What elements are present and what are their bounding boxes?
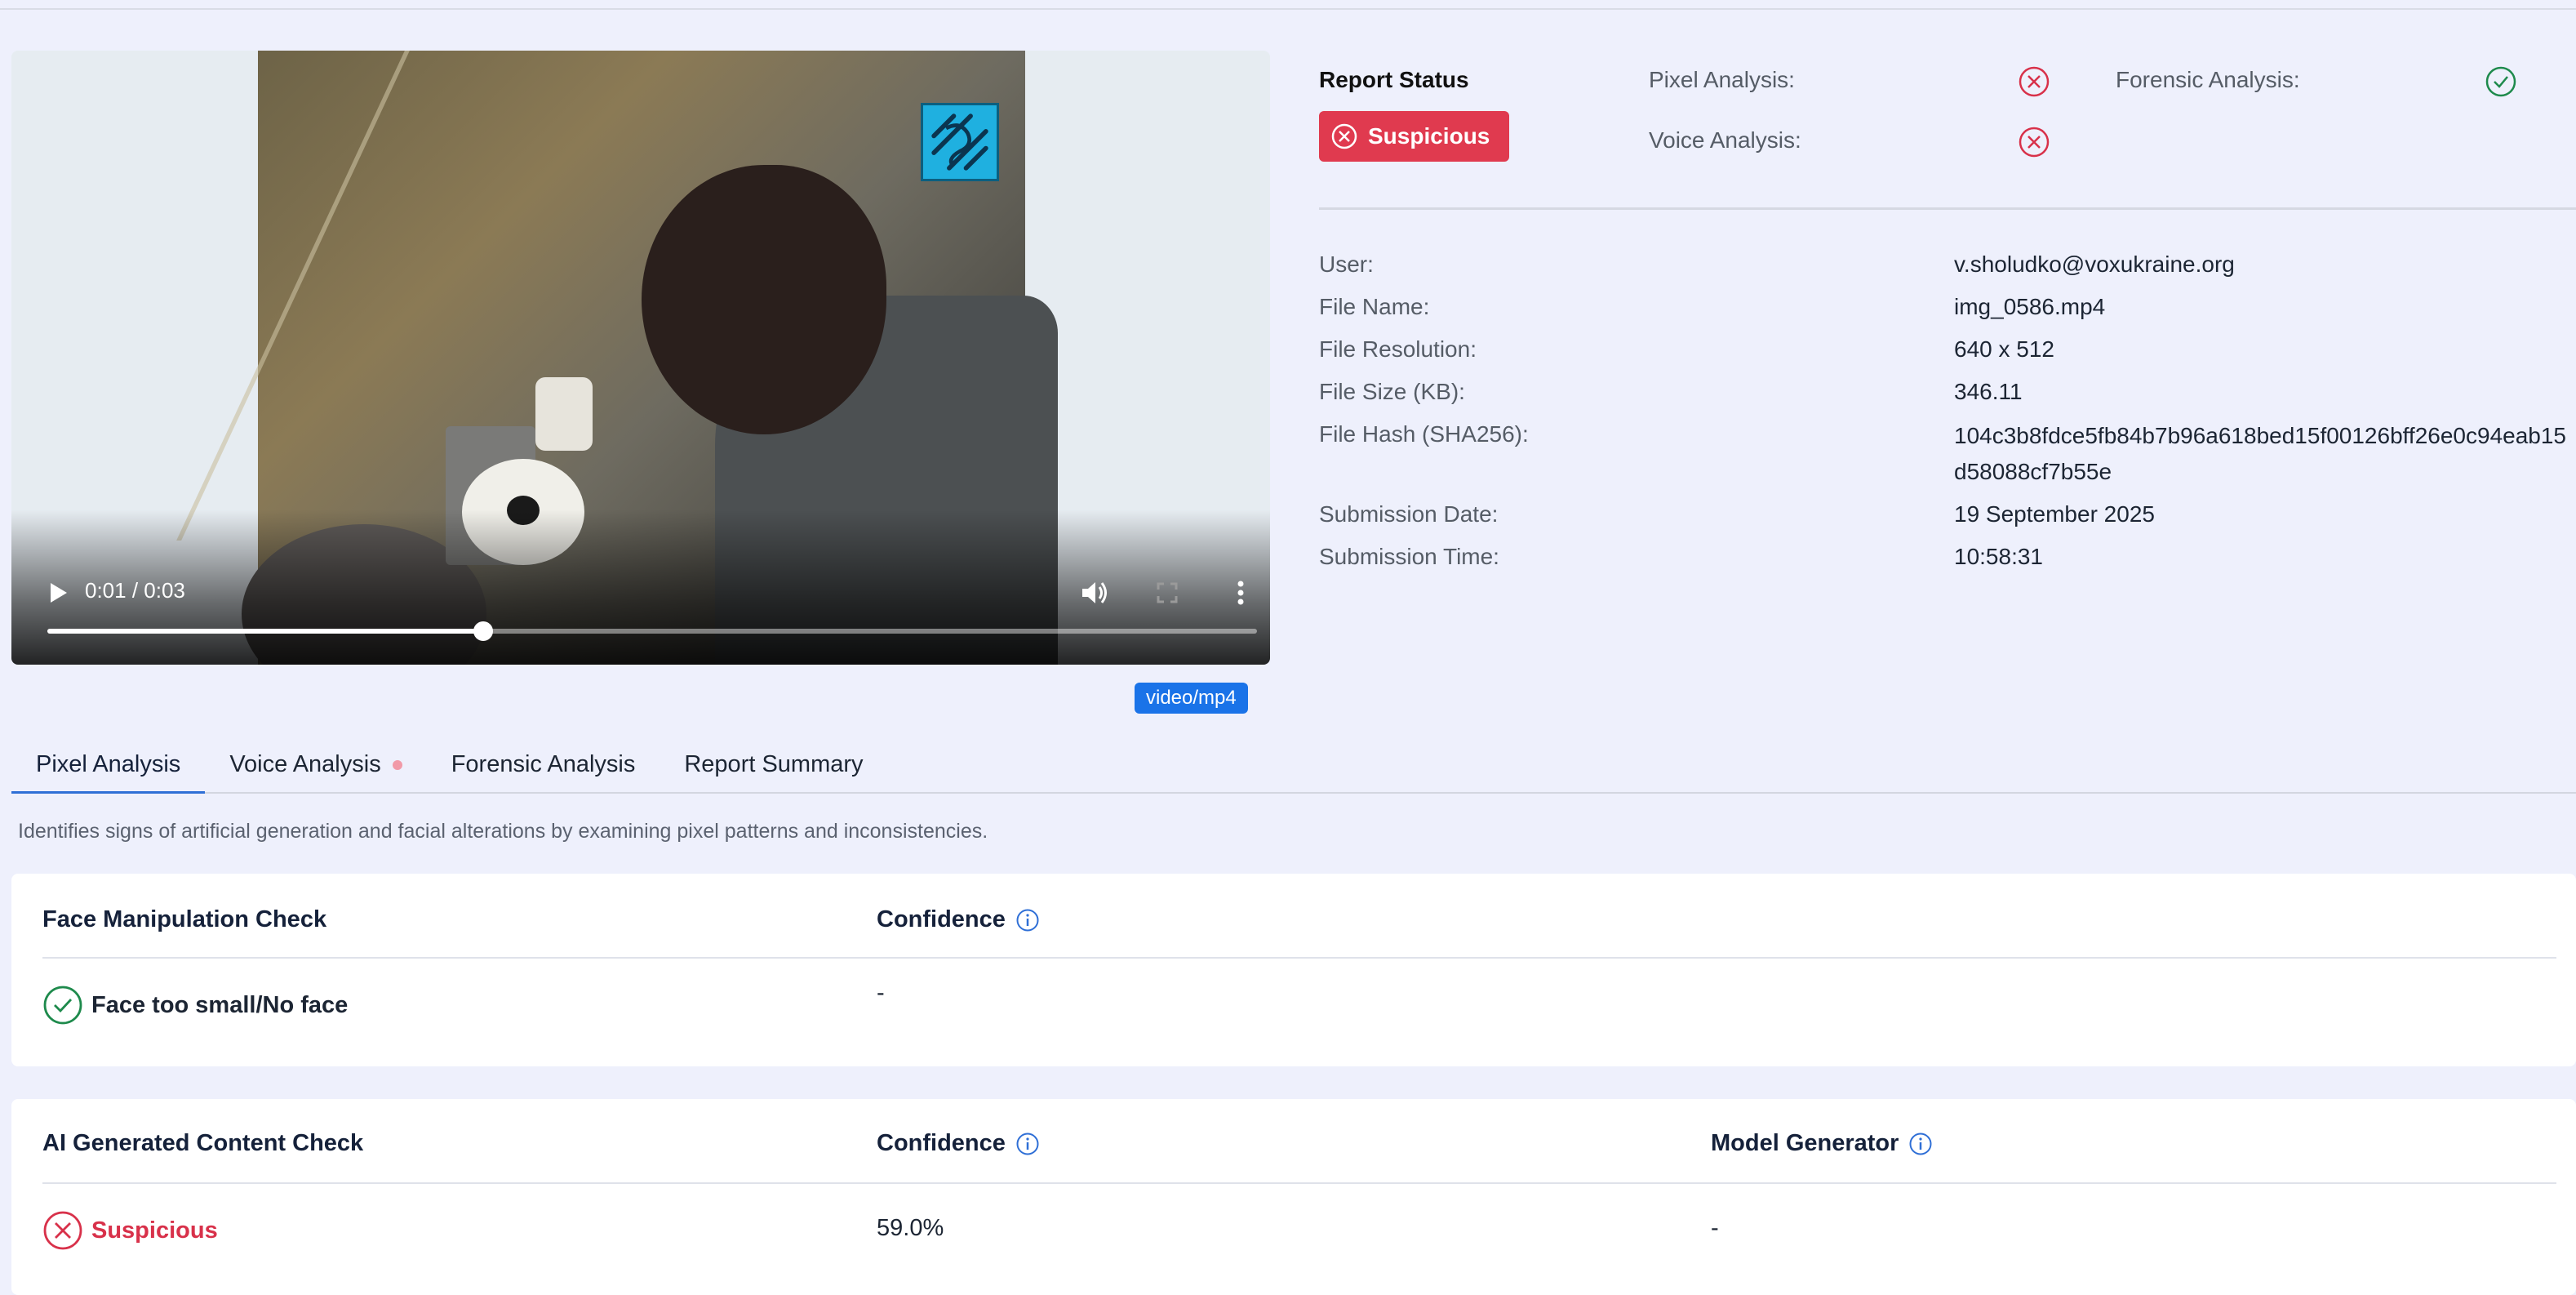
model-generator-value: - [1711, 1215, 1719, 1241]
info-icon[interactable] [1015, 1132, 1040, 1156]
fullscreen-button[interactable] [1151, 576, 1184, 609]
info-icon[interactable] [1015, 908, 1040, 932]
face-check-title: Face Manipulation Check [42, 906, 327, 932]
ai-confidence-header: Confidence [877, 1130, 1040, 1157]
voice-analysis-label: Voice Analysis: [1649, 127, 1801, 153]
fullscreen-icon [1157, 582, 1178, 603]
meta-label-file-name: File Name: [1319, 294, 1430, 319]
time-display: 0:01 / 0:03 [85, 578, 185, 603]
seek-bar[interactable] [47, 621, 1257, 641]
meta-label-submission-time: Submission Time: [1319, 544, 1499, 569]
card-divider [42, 1182, 2556, 1184]
face-confidence-value: - [877, 980, 885, 1006]
face-confidence-header: Confidence [877, 906, 1040, 933]
meta-value-file-size: 346.11 [1954, 379, 2023, 404]
meta-value-file-hash: 104c3b8fdce5fb84b7b96a618bed15f00126bff2… [1954, 423, 2566, 484]
check-circle-icon [43, 986, 82, 1025]
more-vertical-icon [1237, 581, 1244, 605]
tab-report-summary[interactable]: Report Summary [660, 741, 887, 794]
info-icon[interactable] [1908, 1132, 1933, 1156]
ai-confidence-value: 59.0% [877, 1215, 944, 1241]
meta-value-submission-date: 19 September 2025 [1954, 501, 2155, 527]
x-circle-icon [2019, 127, 2050, 158]
tab-description: Identifies signs of artificial generatio… [18, 820, 988, 843]
x-circle-icon [43, 1211, 82, 1250]
ai-generated-card: AI Generated Content Check Confidence Mo… [11, 1099, 2576, 1295]
volume-button[interactable] [1077, 576, 1110, 609]
meta-label-file-hash: File Hash (SHA256): [1319, 421, 1529, 447]
status-badge: Suspicious [1319, 111, 1510, 162]
more-options-button[interactable] [1224, 576, 1257, 609]
check-circle-icon [2485, 66, 2516, 97]
face-check-result: Face too small/No face [42, 985, 348, 1026]
top-divider [0, 8, 2576, 10]
status-divider [1319, 207, 2576, 210]
forensic-analysis-label: Forensic Analysis: [2116, 67, 2300, 92]
tab-pixel-analysis[interactable]: Pixel Analysis [11, 741, 206, 794]
play-icon [51, 583, 67, 603]
volume-icon [1082, 582, 1107, 603]
x-circle-icon [1331, 123, 1357, 149]
ai-check-result: Suspicious [42, 1210, 218, 1251]
card-divider [42, 957, 2556, 959]
tab-forensic-analysis[interactable]: Forensic Analysis [427, 741, 660, 794]
mime-type-badge: video/mp4 [1135, 683, 1248, 714]
analysis-tabs: Pixel Analysis Voice Analysis Forensic A… [11, 741, 888, 794]
meta-label-resolution: File Resolution: [1319, 336, 1477, 362]
meta-value-submission-time: 10:58:31 [1954, 544, 2043, 569]
watermark-logo-icon [921, 103, 999, 181]
x-circle-icon [2019, 66, 2050, 97]
play-button[interactable] [42, 576, 75, 609]
notification-dot [392, 760, 402, 771]
model-generator-header: Model Generator [1711, 1130, 1933, 1157]
status-badge-label: Suspicious [1368, 123, 1490, 149]
meta-label-submission-date: Submission Date: [1319, 501, 1499, 527]
ai-check-title: AI Generated Content Check [42, 1130, 364, 1156]
tab-voice-analysis[interactable]: Voice Analysis [205, 741, 426, 794]
face-manipulation-card: Face Manipulation Check Confidence Face … [11, 874, 2576, 1066]
meta-label-file-size: File Size (KB): [1319, 379, 1465, 404]
meta-value-user: v.sholudko@voxukraine.org [1954, 251, 2235, 277]
meta-value-file-name: img_0586.mp4 [1954, 294, 2106, 319]
report-status-title: Report Status [1319, 67, 1469, 92]
pixel-analysis-label: Pixel Analysis: [1649, 67, 1795, 92]
seek-progress [47, 629, 483, 634]
meta-value-resolution: 640 x 512 [1954, 336, 2054, 362]
meta-label-user: User: [1319, 251, 1374, 277]
video-player[interactable]: 0:01 / 0:03 [11, 51, 1270, 665]
seek-thumb[interactable] [473, 621, 493, 641]
